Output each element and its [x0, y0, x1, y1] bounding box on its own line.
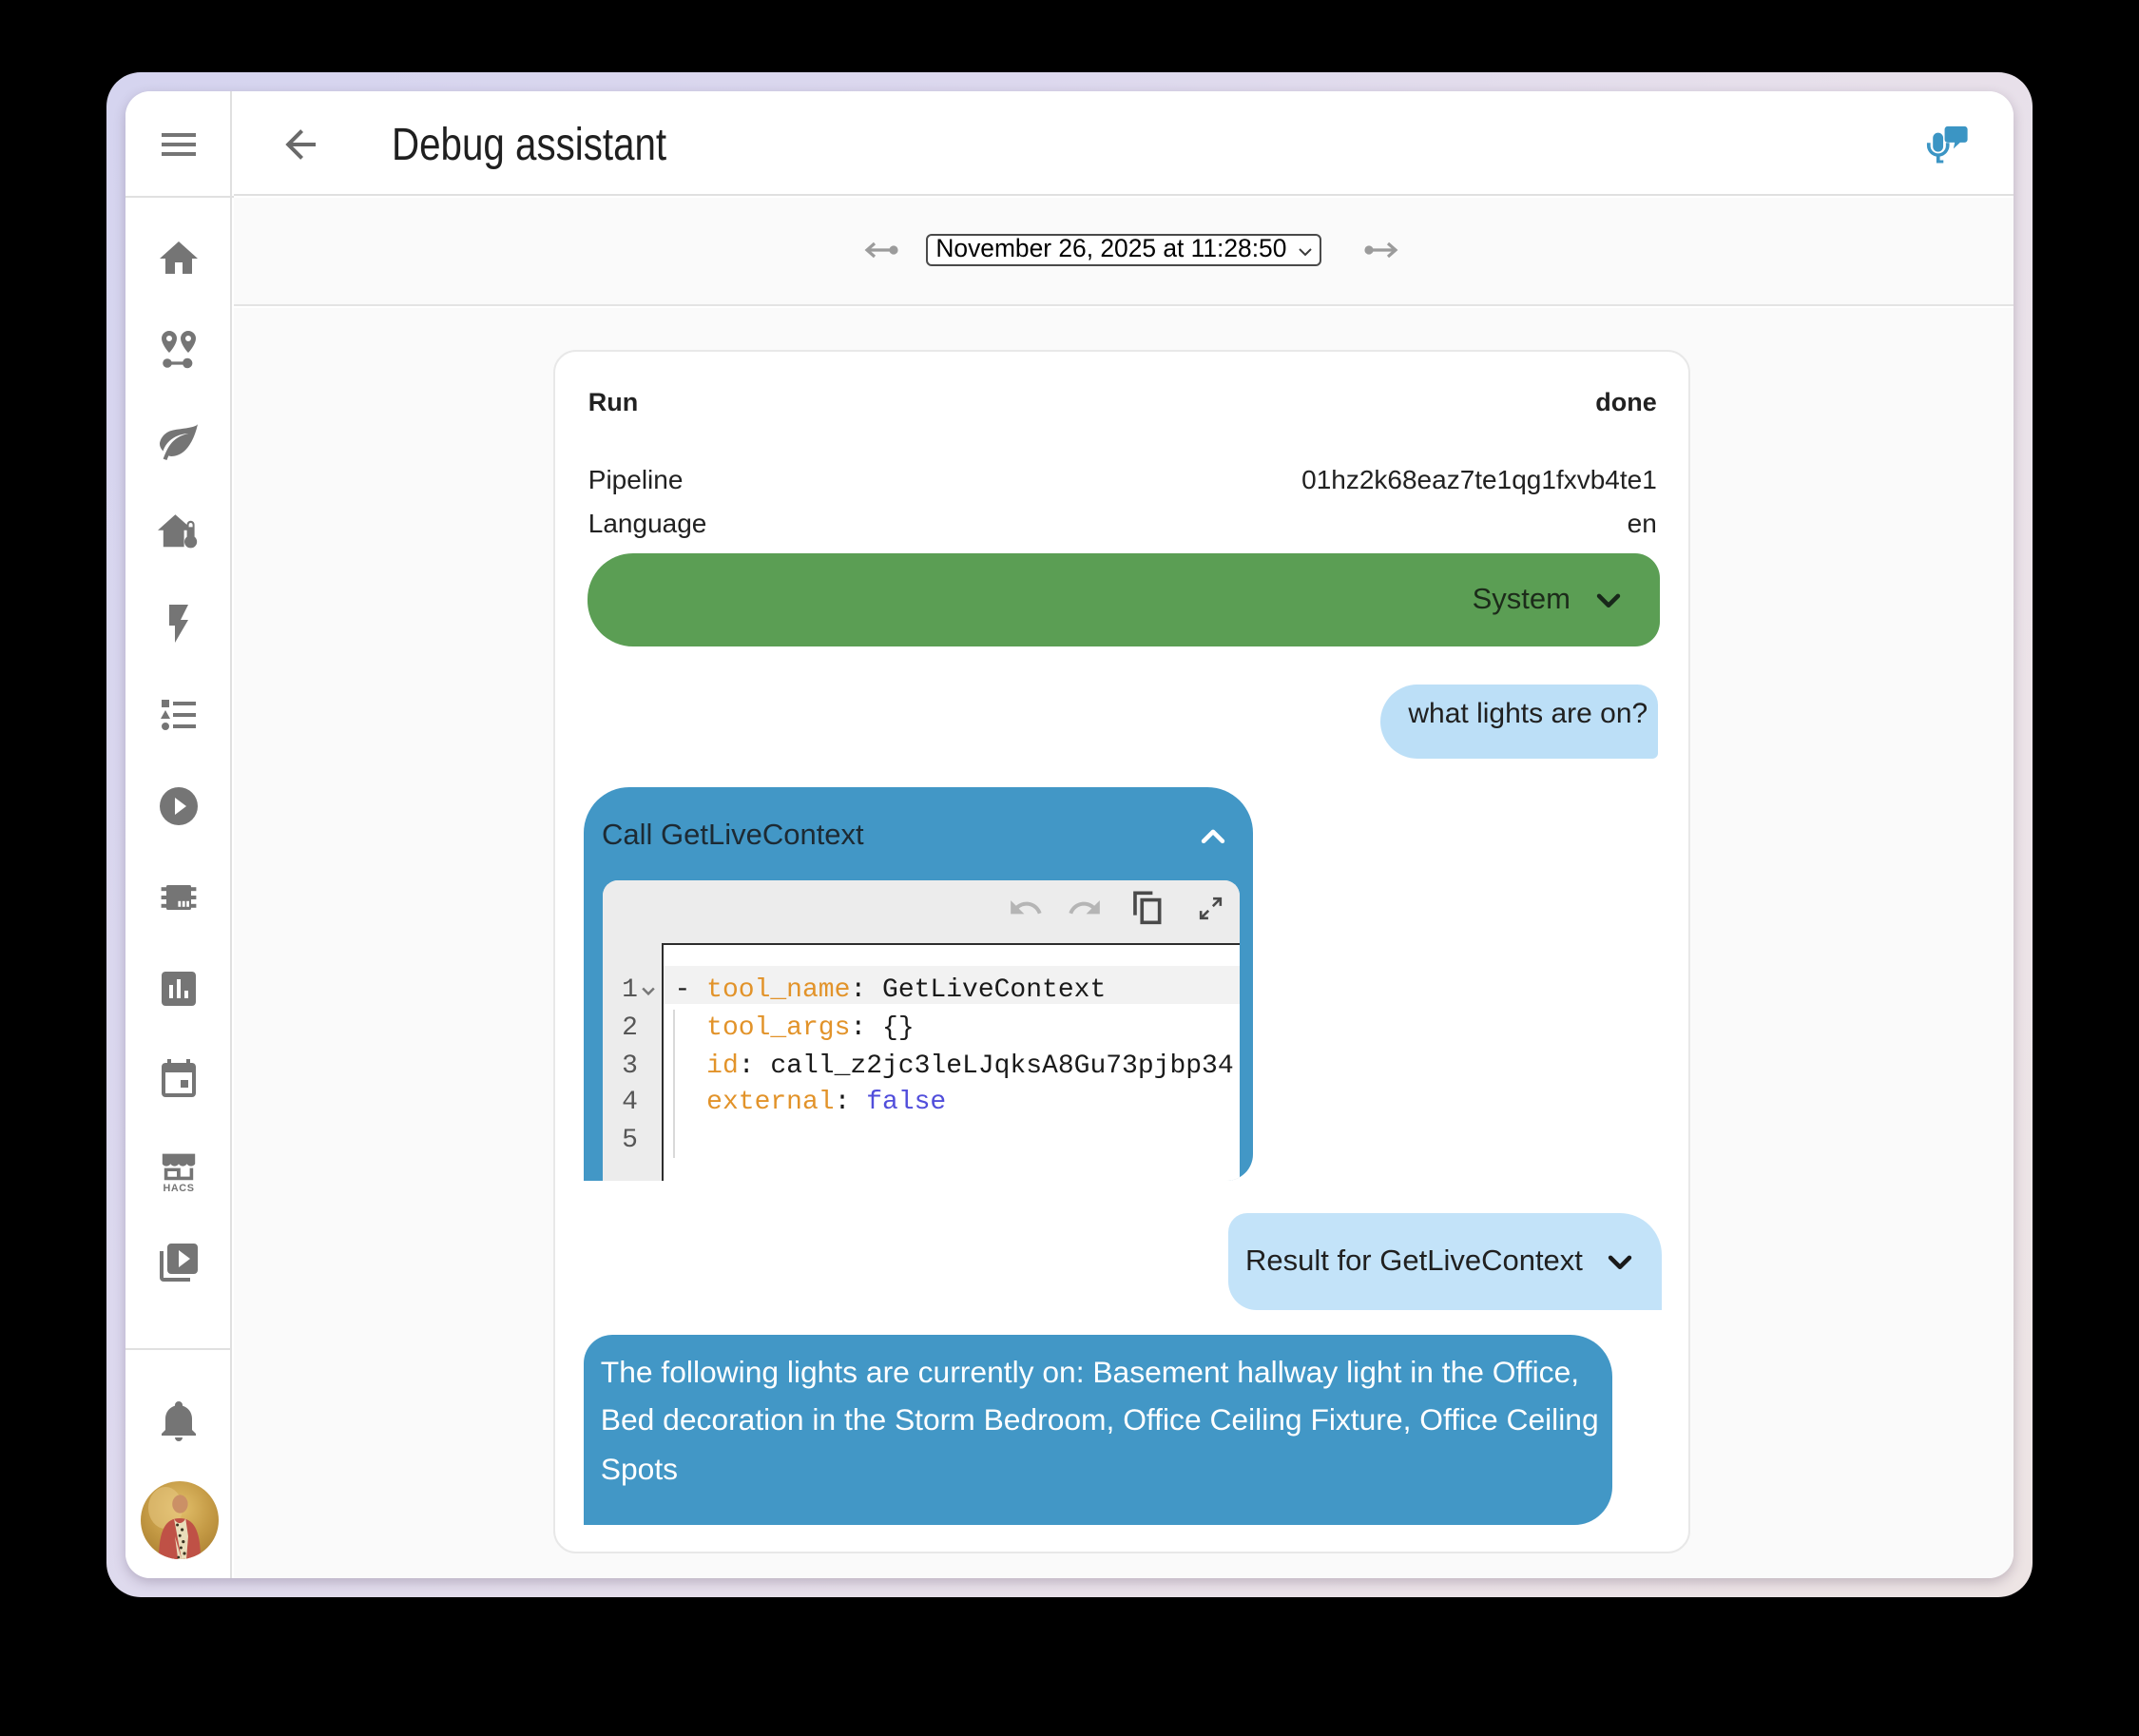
- svg-text:HACS: HACS: [164, 1183, 195, 1194]
